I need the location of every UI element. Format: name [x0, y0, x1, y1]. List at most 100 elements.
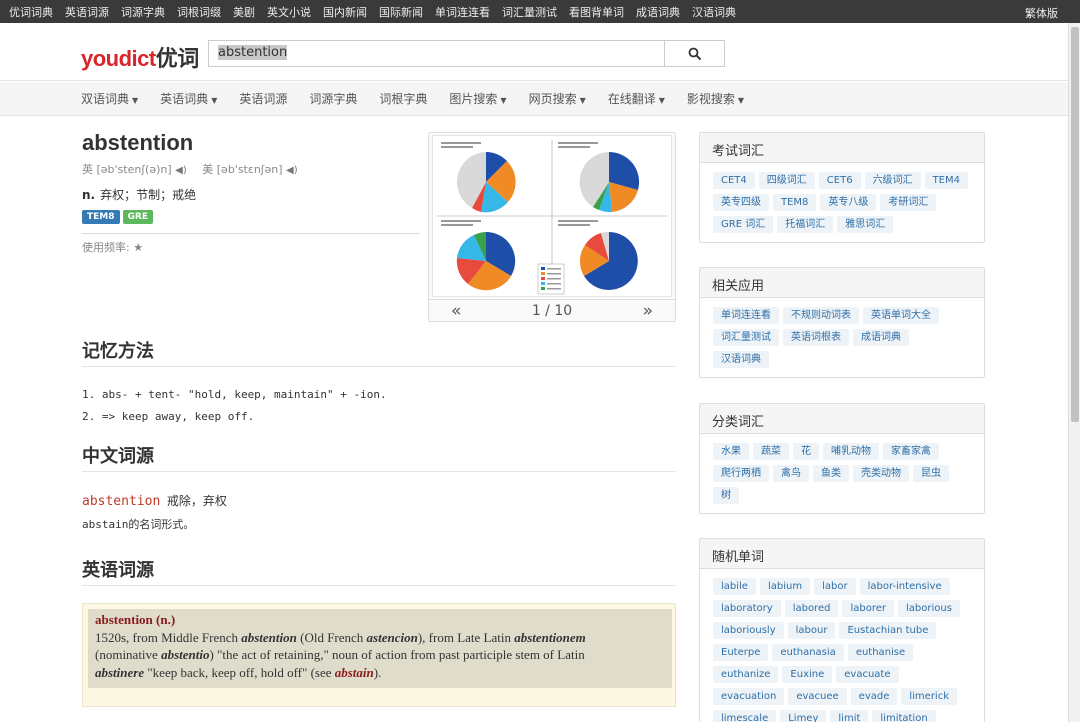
- nav-item[interactable]: 图片搜索 ▼: [438, 90, 517, 107]
- top-link[interactable]: 国内新闻: [317, 4, 373, 20]
- word-link[interactable]: 蔬菜: [753, 443, 789, 460]
- word-link[interactable]: 英专四级: [713, 194, 769, 211]
- word-link[interactable]: 雅思词汇: [837, 216, 894, 233]
- word-link[interactable]: 托福词汇: [777, 216, 834, 233]
- abstain-link[interactable]: abstain: [335, 665, 374, 680]
- divider: [82, 471, 676, 472]
- word-link[interactable]: limit: [830, 710, 869, 722]
- top-link[interactable]: 单词连连看: [429, 4, 496, 20]
- scrollbar-thumb[interactable]: [1071, 27, 1079, 422]
- nav-item[interactable]: 影视搜索 ▼: [676, 90, 755, 107]
- word-link[interactable]: evacuee: [788, 688, 847, 705]
- search-button[interactable]: [664, 40, 725, 67]
- word-link[interactable]: laboratory: [713, 600, 781, 617]
- panel-category-vocab: 分类词汇 水果 蔬菜花哺乳动物 家畜家禽 爬行两栖 禽鸟 鱼类 壳类动物 昆虫树: [699, 403, 985, 514]
- nav-item[interactable]: 英语词源: [228, 90, 298, 107]
- header: youdict优词 abstention: [0, 23, 1068, 81]
- top-link[interactable]: 美剧: [227, 4, 261, 20]
- word-link[interactable]: Limey: [780, 710, 827, 722]
- word-link[interactable]: GRE 词汇: [713, 216, 774, 233]
- word-link[interactable]: 词汇量测试: [713, 329, 779, 346]
- etymology-word[interactable]: abstention: [82, 494, 160, 509]
- word-link[interactable]: 英语单词大全: [863, 307, 939, 324]
- panel-related-apps: 相关应用 单词连连看 不规则动词表 英语单词大全 词汇量测试 英语词根表 成语词典 汉语词典: [699, 267, 985, 378]
- etymology-note: abstain的名词形式。: [82, 518, 195, 531]
- top-link[interactable]: 词根词缀: [171, 4, 227, 20]
- top-link[interactable]: 成语词典: [630, 4, 686, 20]
- prev-image-button[interactable]: «: [451, 301, 461, 321]
- top-link[interactable]: 国际新闻: [373, 4, 429, 20]
- word-link[interactable]: 爬行两栖: [713, 465, 769, 482]
- nav-item[interactable]: 英语词典 ▼: [149, 90, 228, 107]
- word-link[interactable]: 汉语词典: [713, 351, 769, 368]
- word-link[interactable]: 英专八级: [820, 194, 877, 211]
- us-speaker-icon[interactable]: ◀): [286, 165, 298, 176]
- word-link[interactable]: evacuation: [713, 688, 785, 705]
- word-link[interactable]: TEM4: [924, 172, 968, 189]
- top-link[interactable]: 看图背单词: [563, 4, 630, 20]
- word-link[interactable]: 树: [713, 487, 739, 504]
- search-input[interactable]: abstention: [208, 40, 665, 67]
- word-link[interactable]: labor-intensive: [859, 578, 950, 595]
- word-link[interactable]: evacuate: [836, 666, 899, 683]
- word-link[interactable]: 考研词汇: [880, 194, 937, 211]
- image-pie-charts[interactable]: [432, 135, 672, 297]
- word-link[interactable]: 四级词汇: [758, 172, 815, 189]
- word-link[interactable]: 六级词汇: [864, 172, 921, 189]
- word-link[interactable]: laborious: [897, 600, 960, 617]
- nav-item[interactable]: 在线翻译 ▼: [597, 90, 676, 107]
- nav-item[interactable]: 词根字典: [368, 90, 438, 107]
- nav-item[interactable]: 词源字典: [298, 90, 368, 107]
- top-link[interactable]: 汉语词典: [686, 4, 742, 20]
- word-link[interactable]: 水果: [713, 443, 749, 460]
- word-link[interactable]: 鱼类: [813, 465, 849, 482]
- word-link[interactable]: CET4: [713, 172, 755, 189]
- caret-down-icon: ▼: [579, 96, 586, 105]
- word-link[interactable]: 昆虫: [913, 465, 949, 482]
- tag-gre[interactable]: GRE: [122, 210, 153, 224]
- word-link[interactable]: TEM8: [773, 194, 817, 211]
- top-link[interactable]: 英文小说: [261, 4, 317, 20]
- vertical-scrollbar[interactable]: [1068, 23, 1080, 722]
- word-link[interactable]: 禽鸟: [773, 465, 809, 482]
- nav-item[interactable]: 网页搜索 ▼: [518, 90, 597, 107]
- word-link[interactable]: 不规则动词表: [783, 307, 859, 324]
- uk-speaker-icon[interactable]: ◀): [175, 165, 187, 176]
- word-link[interactable]: Eustachian tube: [839, 622, 937, 639]
- word-link[interactable]: 哺乳动物: [823, 443, 879, 460]
- word-link[interactable]: laborer: [842, 600, 894, 617]
- word-link[interactable]: 花: [793, 443, 819, 460]
- tag-tem8[interactable]: TEM8: [82, 210, 120, 224]
- word-link[interactable]: 单词连连看: [713, 307, 779, 324]
- word-link[interactable]: Euxine: [782, 666, 833, 683]
- word-link[interactable]: 成语词典: [853, 329, 909, 346]
- word-link[interactable]: limerick: [901, 688, 958, 705]
- word-link[interactable]: limescale: [713, 710, 777, 722]
- word-link[interactable]: labium: [759, 578, 811, 595]
- top-link[interactable]: 词汇量测试: [496, 4, 563, 20]
- top-link[interactable]: 英语词源: [59, 4, 115, 20]
- word-link[interactable]: euthanise: [847, 644, 914, 661]
- word-link[interactable]: limitation: [872, 710, 936, 722]
- word-link[interactable]: euthanasia: [772, 644, 844, 661]
- word-link[interactable]: labored: [784, 600, 839, 617]
- word-link[interactable]: evade: [850, 688, 898, 705]
- word-link[interactable]: Euterpe: [713, 644, 769, 661]
- word-link[interactable]: 英语词根表: [783, 329, 849, 346]
- top-link[interactable]: 词源字典: [115, 4, 171, 20]
- nav-item[interactable]: 双语词典 ▼: [70, 90, 149, 107]
- next-image-button[interactable]: »: [643, 301, 653, 321]
- caret-down-icon: ▼: [737, 96, 745, 105]
- word-link[interactable]: 家畜家禽: [883, 443, 939, 460]
- top-link[interactable]: 优词词典: [3, 4, 59, 20]
- word-link[interactable]: CET6: [818, 172, 861, 189]
- word-link[interactable]: labour: [787, 622, 836, 639]
- word-link[interactable]: labile: [713, 578, 756, 595]
- etymology-meaning: 戒除，弃权: [166, 494, 227, 508]
- traditional-chinese-link[interactable]: 繁体版: [1025, 5, 1058, 21]
- logo[interactable]: youdict优词: [81, 41, 199, 73]
- word-link[interactable]: euthanize: [713, 666, 779, 683]
- word-link[interactable]: laboriously: [713, 622, 784, 639]
- word-link[interactable]: 壳类动物: [853, 465, 909, 482]
- word-link[interactable]: labor: [814, 578, 856, 595]
